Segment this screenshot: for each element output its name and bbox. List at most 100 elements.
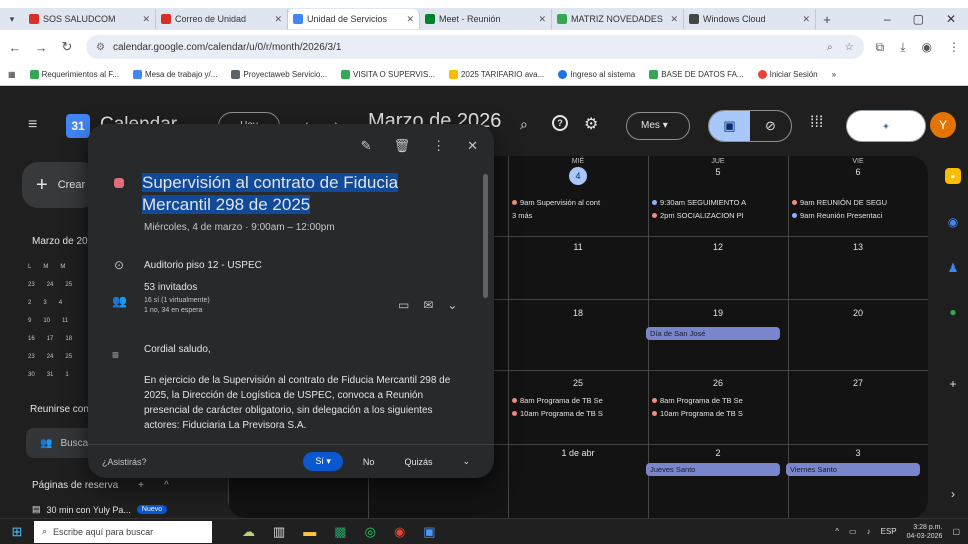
task-view-icon[interactable]: ▥	[273, 524, 285, 540]
event-chip[interactable]: 9:30am SEGUIMIENTO A	[652, 198, 778, 207]
rsvp-yes-button[interactable]: Sí ▾	[303, 452, 343, 471]
download-icon[interactable]: ⤓	[900, 40, 905, 55]
chrome-icon[interactable]: ◉	[394, 524, 405, 540]
whatsapp-icon[interactable]: ◎	[365, 524, 376, 540]
event-chip[interactable]: 2pm SOCIALIZACION PI	[652, 211, 778, 220]
url-field[interactable]: ⚙ calendar.google.com/calendar/u/0/r/mon…	[86, 35, 864, 59]
event-chip[interactable]: 10am Programa de TB S	[652, 409, 778, 418]
close-tab-icon[interactable]: ✕	[142, 14, 150, 25]
guest-count[interactable]: 53 invitados	[144, 282, 197, 293]
google-apps-icon[interactable]: ⁞⁞⁞	[810, 114, 823, 132]
tab-search-icon[interactable]: ▾	[0, 14, 24, 25]
bookmark-star-icon[interactable]: ☆	[845, 42, 854, 53]
expand-panel-icon[interactable]: ›	[945, 486, 961, 502]
mini-day[interactable]: 24	[47, 354, 54, 360]
maximize-button[interactable]: ▢	[913, 12, 924, 26]
calendar-view-icon[interactable]: ▣	[709, 111, 750, 141]
mini-day[interactable]: 18	[65, 336, 72, 342]
file-explorer-icon[interactable]: ▬	[303, 524, 316, 540]
tasks-view-icon[interactable]: ⊘	[750, 111, 791, 141]
expand-guests-icon[interactable]: ⌄	[447, 298, 457, 312]
keep-icon[interactable]: ▪	[945, 168, 961, 184]
browser-tab[interactable]: Correo de Unidad ✕	[156, 9, 288, 29]
date-number[interactable]: 19	[648, 308, 788, 318]
rsvp-maybe-button[interactable]: Quizás	[394, 453, 442, 471]
date-number[interactable]: 13	[788, 242, 928, 252]
browser-tab[interactable]: Windows Cloud ✕	[684, 9, 816, 29]
new-tab-button[interactable]: +	[816, 12, 838, 27]
mini-day[interactable]: 23	[28, 354, 35, 360]
holiday-chip[interactable]: Día de San José	[646, 327, 780, 340]
windows-start-icon[interactable]: ⊞	[0, 524, 34, 540]
reload-icon[interactable]: ↻	[60, 39, 74, 55]
main-menu-icon[interactable]: ≡	[28, 116, 37, 134]
create-button[interactable]: + Crear	[22, 162, 98, 208]
date-number[interactable]: 27	[788, 378, 928, 388]
more-events-link[interactable]: 3 más	[512, 211, 638, 220]
mini-day[interactable]: 25	[65, 282, 72, 288]
weather-widget-icon[interactable]: ☁	[242, 524, 255, 540]
mini-day[interactable]: 10	[43, 318, 50, 324]
bookmark-item[interactable]: VISITA O SUPERVIS...	[341, 70, 435, 79]
date-number[interactable]: 26	[648, 378, 788, 388]
mini-day[interactable]: 23	[28, 282, 35, 288]
bookmark-item[interactable]: Proyectaweb Servicio...	[231, 70, 327, 79]
mini-day[interactable]: 2	[28, 300, 31, 306]
mini-day[interactable]: 30	[28, 372, 35, 378]
date-number[interactable]: 6	[788, 167, 928, 177]
tray-up-icon[interactable]: ^	[835, 527, 839, 536]
add-booking-icon[interactable]: +	[138, 480, 144, 491]
taskbar-search-field[interactable]: ⌕ Escribe aquí para buscar	[34, 520, 212, 543]
chat-icon[interactable]: ▭	[398, 298, 409, 312]
get-addons-icon[interactable]: +	[945, 376, 961, 392]
collapse-icon[interactable]: ^	[164, 480, 169, 491]
event-chip[interactable]: 9am REUNIÓN DE SEGU	[792, 198, 918, 207]
mini-day[interactable]: 1	[65, 372, 68, 378]
more-options-icon[interactable]: ⋮	[432, 138, 445, 154]
help-icon[interactable]: ?	[552, 115, 568, 131]
booking-page-item[interactable]: ▤ 30 min con Yuly Pa... Nuevo	[32, 504, 168, 515]
bookmark-item[interactable]: 2025 TARIFARIO ava...	[448, 70, 544, 79]
bookmark-item[interactable]: Mesa de trabajo y/...	[132, 70, 217, 79]
email-guests-icon[interactable]: ✉	[423, 298, 433, 312]
extensions-icon[interactable]: ⧉	[876, 40, 885, 55]
volume-icon[interactable]: ♪	[867, 527, 871, 536]
gear-icon[interactable]: ⚙	[584, 114, 598, 134]
bookmark-item[interactable]: Ingreso al sistema	[558, 70, 635, 79]
bookmark-item[interactable]: Iniciar Sesión	[757, 70, 818, 79]
excel-icon[interactable]: ▩	[334, 524, 346, 540]
holiday-chip[interactable]: Viernes Santo	[786, 463, 920, 476]
browser-menu-icon[interactable]: ⋮	[948, 40, 960, 55]
close-tab-icon[interactable]: ✕	[802, 14, 810, 25]
close-window-button[interactable]: ✕	[946, 12, 956, 26]
date-number[interactable]: 3	[788, 448, 928, 458]
back-arrow-icon[interactable]: ←	[8, 40, 22, 55]
date-number[interactable]: 1 de abr	[508, 448, 648, 458]
delete-icon[interactable]: 🗑	[394, 138, 411, 154]
event-chip[interactable]: 8am Programa de TB Se	[512, 396, 638, 405]
forward-arrow-icon[interactable]: →	[34, 40, 48, 55]
rsvp-more-icon[interactable]: ⌄	[452, 452, 480, 471]
notifications-icon[interactable]: ▢	[952, 527, 960, 536]
holiday-chip[interactable]: Jueves Santo	[646, 463, 780, 476]
language-indicator[interactable]: ESP	[881, 527, 897, 536]
mini-day[interactable]: 3	[43, 300, 46, 306]
bookmark-item[interactable]: BASE DE DATOS FA...	[649, 70, 744, 79]
close-icon[interactable]: ✕	[467, 138, 478, 154]
browser-tab[interactable]: Meet - Reunión ✕	[420, 9, 552, 29]
event-chip[interactable]: 8am Programa de TB Se	[652, 396, 778, 405]
mini-day[interactable]: 9	[28, 318, 31, 324]
apps-grid-icon[interactable]: ▦	[8, 70, 16, 79]
date-number[interactable]: 18	[508, 308, 648, 318]
view-select[interactable]: Mes ▾	[626, 112, 690, 140]
search-icon[interactable]: ⌕	[520, 116, 528, 133]
date-number[interactable]: 11	[508, 242, 648, 252]
profile-icon[interactable]: ◉	[922, 40, 932, 55]
contacts-icon[interactable]: ♟	[945, 260, 961, 276]
mini-day[interactable]: 17	[47, 336, 54, 342]
mini-day[interactable]: 11	[62, 318, 68, 324]
mini-day[interactable]: 31	[47, 372, 54, 378]
event-chip[interactable]: 10am Programa de TB S	[512, 409, 638, 418]
edit-icon[interactable]: ✎	[361, 138, 372, 154]
bookmark-item[interactable]: Requerimientos al F...	[29, 70, 119, 79]
